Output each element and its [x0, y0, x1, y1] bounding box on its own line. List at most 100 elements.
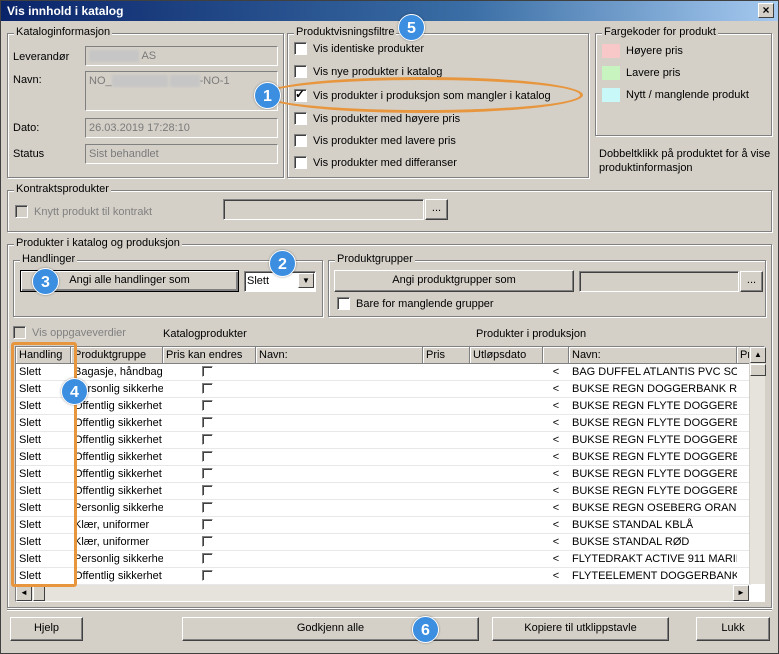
scroll-h-thumb[interactable] — [33, 585, 45, 601]
cell-pris[interactable] — [423, 364, 470, 381]
scroll-left-icon[interactable]: ◄ — [16, 585, 32, 601]
filter-identiske-checkbox[interactable] — [294, 42, 307, 55]
cell-navn-produksjon[interactable]: BUKSE STANDAL KBLÅ — [569, 517, 737, 534]
pris-kan-endres-checkbox[interactable] — [202, 434, 213, 445]
cell-pris[interactable] — [423, 517, 470, 534]
pris-kan-endres-checkbox[interactable] — [202, 468, 213, 479]
cell-arrow[interactable]: < — [543, 398, 569, 415]
cell-produktgruppe[interactable]: Offentlig sikkerhet — [71, 449, 163, 466]
cell-utlopsdato[interactable] — [470, 415, 543, 432]
filter-differanser-checkbox[interactable] — [294, 156, 307, 169]
cell-arrow[interactable]: < — [543, 466, 569, 483]
vis-oppgaveverdier-checkbox[interactable] — [13, 326, 26, 339]
cell-pris[interactable] — [423, 415, 470, 432]
cell-produktgruppe[interactable]: Offentlig sikkerhet — [71, 415, 163, 432]
cell-pris[interactable] — [423, 398, 470, 415]
pris-kan-endres-checkbox[interactable] — [202, 519, 213, 530]
cell-pris-kan-endres[interactable] — [163, 415, 256, 432]
cell-navn-katalog[interactable] — [256, 415, 423, 432]
cell-utlopsdato[interactable] — [470, 381, 543, 398]
cell-utlopsdato[interactable] — [470, 568, 543, 585]
pris-kan-endres-checkbox[interactable] — [202, 417, 213, 428]
cell-utlopsdato[interactable] — [470, 534, 543, 551]
cell-navn-produksjon[interactable]: BAG DUFFEL ATLANTIS PVC SOR — [569, 364, 737, 381]
hjelp-button[interactable]: Hjelp — [10, 617, 83, 641]
cell-pris[interactable] — [423, 432, 470, 449]
cell-arrow[interactable]: < — [543, 500, 569, 517]
scroll-up-icon[interactable]: ▲ — [750, 347, 766, 363]
cell-navn-produksjon[interactable]: FLYTEDRAKT ACTIVE 911 MARIN — [569, 551, 737, 568]
cell-pris[interactable] — [423, 500, 470, 517]
cell-navn-produksjon[interactable]: BUKSE REGN FLYTE DOGGERBA — [569, 432, 737, 449]
cell-navn-katalog[interactable] — [256, 500, 423, 517]
cell-arrow[interactable]: < — [543, 381, 569, 398]
col-header-arrow[interactable] — [543, 347, 569, 364]
cell-produktgruppe[interactable]: Offentlig sikkerhet — [71, 568, 163, 585]
filter-lavere-checkbox[interactable] — [294, 134, 307, 147]
cell-navn-katalog[interactable] — [256, 432, 423, 449]
cell-produktgruppe[interactable]: Offentlig sikkerhet — [71, 432, 163, 449]
cell-navn-produksjon[interactable]: BUKSE REGN FLYTE DOGGERBA — [569, 449, 737, 466]
cell-navn-produksjon[interactable]: BUKSE REGN OSEBERG ORANGE — [569, 500, 737, 517]
cell-pris-kan-endres[interactable] — [163, 517, 256, 534]
kopier-button[interactable]: Kopiere til utklippstavle — [492, 617, 669, 641]
filter-hoyere[interactable]: Vis produkter med høyere pris — [294, 112, 460, 125]
cell-navn-produksjon[interactable]: BUKSE REGN FLYTE DOGGERBA — [569, 483, 737, 500]
angi-produktgrupper-button[interactable]: Angi produktgrupper som — [334, 270, 574, 292]
kontrakt-browse-button[interactable]: ... — [425, 199, 448, 220]
pris-kan-endres-checkbox[interactable] — [202, 451, 213, 462]
cell-arrow[interactable]: < — [543, 568, 569, 585]
cell-arrow[interactable]: < — [543, 517, 569, 534]
cell-utlopsdato[interactable] — [470, 483, 543, 500]
filter-hoyere-checkbox[interactable] — [294, 112, 307, 125]
cell-navn-katalog[interactable] — [256, 364, 423, 381]
kontrakt-input[interactable] — [223, 199, 424, 220]
cell-pris-kan-endres[interactable] — [163, 398, 256, 415]
cell-produktgruppe[interactable]: Klær, uniformer — [71, 534, 163, 551]
cell-arrow[interactable]: < — [543, 534, 569, 551]
cell-pris[interactable] — [423, 534, 470, 551]
filter-identiske[interactable]: Vis identiske produkter — [294, 42, 424, 55]
cell-navn-katalog[interactable] — [256, 483, 423, 500]
cell-arrow[interactable]: < — [543, 432, 569, 449]
cell-navn-produksjon[interactable]: BUKSE REGN FLYTE DOGGERBA — [569, 415, 737, 432]
cell-produktgruppe[interactable]: Offentlig sikkerhet — [71, 398, 163, 415]
lukk-button[interactable]: Lukk — [696, 617, 770, 641]
filter-differanser[interactable]: Vis produkter med differanser — [294, 156, 457, 169]
pris-kan-endres-checkbox[interactable] — [202, 553, 213, 564]
cell-produktgruppe[interactable]: Bagasje, håndbag — [71, 364, 163, 381]
cell-pris-kan-endres[interactable] — [163, 449, 256, 466]
cell-navn-katalog[interactable] — [256, 517, 423, 534]
cell-navn-katalog[interactable] — [256, 568, 423, 585]
pris-kan-endres-checkbox[interactable] — [202, 485, 213, 496]
cell-navn-katalog[interactable] — [256, 466, 423, 483]
col-header-navn-produksjon[interactable]: Navn: — [569, 347, 737, 364]
close-icon[interactable]: × — [758, 3, 774, 18]
cell-utlopsdato[interactable] — [470, 517, 543, 534]
scroll-right-icon[interactable]: ► — [733, 585, 749, 601]
col-header-utlopsdato[interactable]: Utløpsdato — [470, 347, 543, 364]
cell-pris-kan-endres[interactable] — [163, 500, 256, 517]
cell-pris-kan-endres[interactable] — [163, 568, 256, 585]
bare-manglende-checkbox[interactable] — [337, 297, 350, 310]
cell-pris[interactable] — [423, 568, 470, 585]
col-header-pris[interactable]: Pris — [423, 347, 470, 364]
chevron-down-icon[interactable]: ▼ — [298, 273, 314, 288]
cell-utlopsdato[interactable] — [470, 432, 543, 449]
cell-navn-katalog[interactable] — [256, 534, 423, 551]
cell-navn-produksjon[interactable]: BUKSE REGN FLYTE DOGGERBA — [569, 398, 737, 415]
scroll-thumb[interactable] — [750, 364, 766, 376]
cell-pris[interactable] — [423, 466, 470, 483]
pris-kan-endres-checkbox[interactable] — [202, 536, 213, 547]
cell-pris-kan-endres[interactable] — [163, 483, 256, 500]
cell-pris-kan-endres[interactable] — [163, 466, 256, 483]
product-grid[interactable]: Handling Produktgruppe Pris kan endres N… — [15, 346, 765, 602]
cell-utlopsdato[interactable] — [470, 466, 543, 483]
vertical-scrollbar[interactable]: ▲ — [749, 347, 766, 584]
cell-utlopsdato[interactable] — [470, 449, 543, 466]
cell-utlopsdato[interactable] — [470, 500, 543, 517]
cell-navn-produksjon[interactable]: BUKSE STANDAL RØD — [569, 534, 737, 551]
bare-manglende-row[interactable]: Bare for manglende grupper — [337, 297, 494, 310]
cell-navn-katalog[interactable] — [256, 398, 423, 415]
cell-arrow[interactable]: < — [543, 415, 569, 432]
